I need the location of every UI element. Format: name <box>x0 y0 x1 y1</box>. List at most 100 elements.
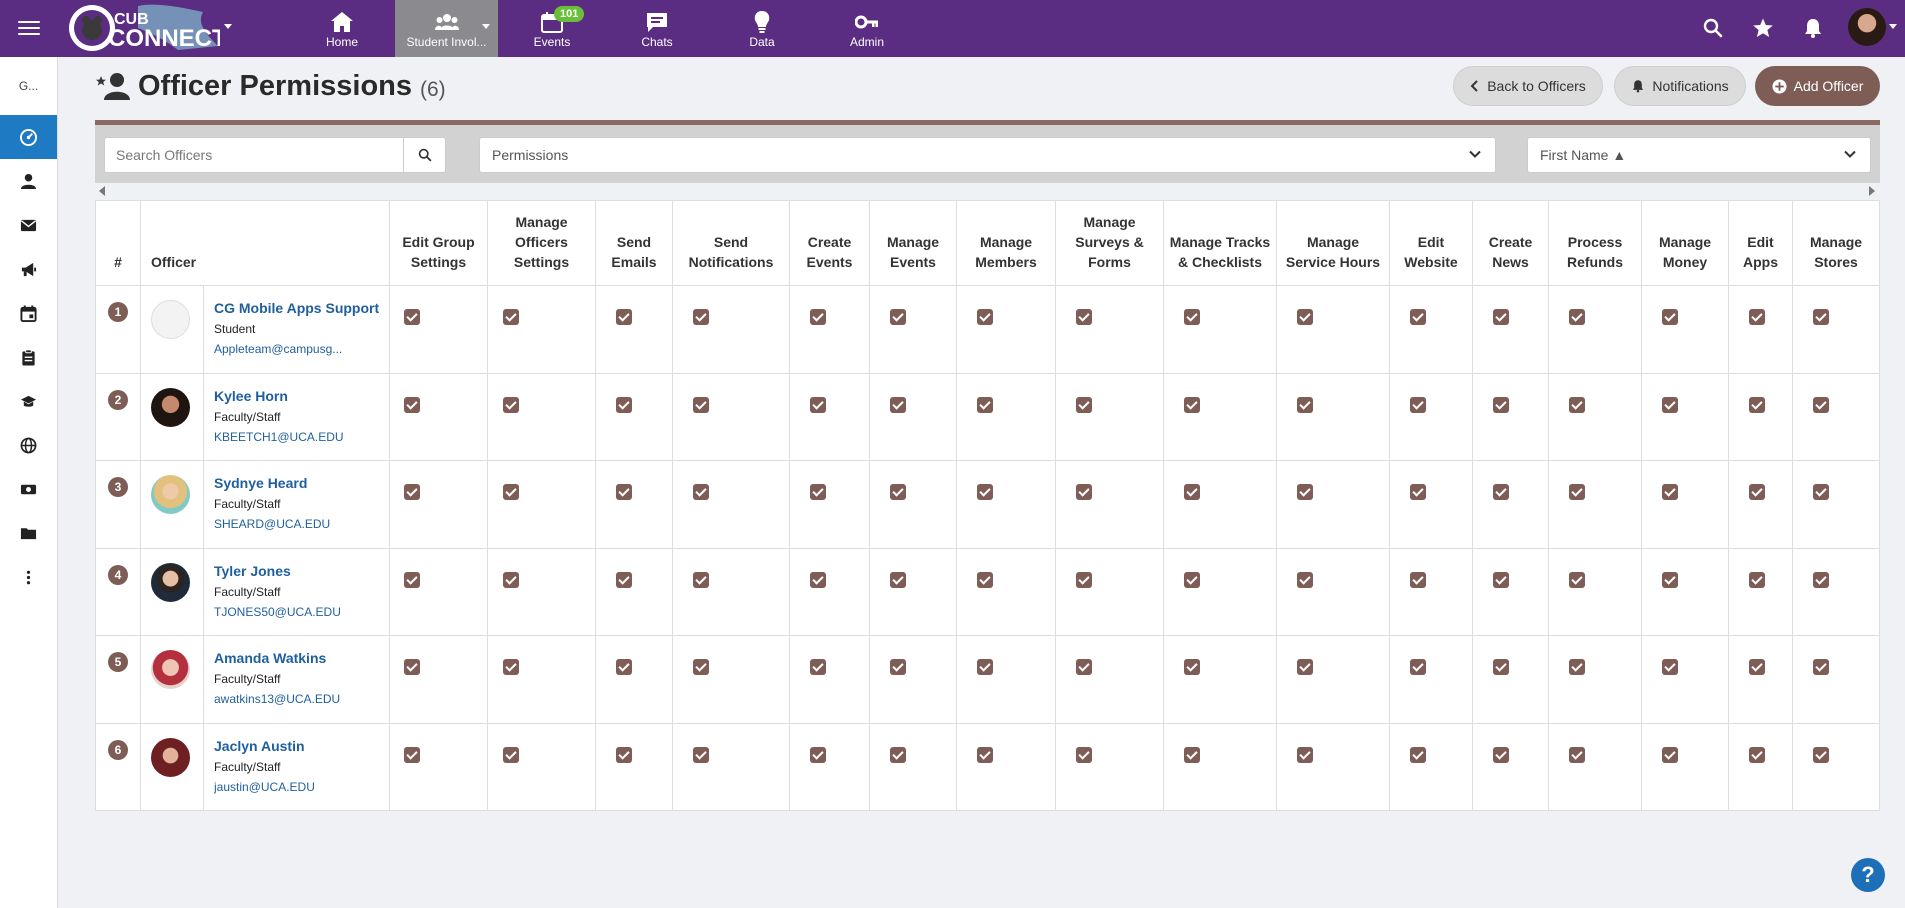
permission-checkbox[interactable] <box>1749 396 1765 413</box>
permission-checkbox[interactable] <box>404 571 420 588</box>
permission-checkbox[interactable] <box>1493 746 1509 763</box>
sidebar-item-website[interactable] <box>0 423 57 467</box>
officer-name-link[interactable]: Tyler Jones <box>214 563 389 579</box>
cub-connect-logo[interactable]: CUB CONNECT <box>68 2 227 54</box>
permission-checkbox[interactable] <box>1410 484 1426 500</box>
permission-checkbox[interactable] <box>1662 309 1678 325</box>
permission-checkbox[interactable] <box>977 659 993 675</box>
sidebar-item-announcements[interactable] <box>0 247 57 291</box>
permission-checkbox[interactable] <box>1493 659 1509 675</box>
permission-checkbox[interactable] <box>503 309 519 325</box>
permission-checkbox[interactable] <box>1749 484 1765 500</box>
permission-checkbox[interactable] <box>1410 659 1426 675</box>
permission-checkbox[interactable] <box>616 746 632 763</box>
sidebar-item-forms[interactable] <box>0 335 57 379</box>
officer-name-link[interactable]: Sydnye Heard <box>214 475 389 491</box>
permission-checkbox[interactable] <box>1569 396 1585 413</box>
permission-checkbox[interactable] <box>1297 484 1313 500</box>
permission-checkbox[interactable] <box>890 746 906 763</box>
permission-checkbox[interactable] <box>1662 484 1678 500</box>
permission-checkbox[interactable] <box>1184 659 1200 675</box>
permission-checkbox[interactable] <box>810 659 826 675</box>
permission-checkbox[interactable] <box>1184 571 1200 588</box>
permission-checkbox[interactable] <box>890 484 906 500</box>
permission-checkbox[interactable] <box>1493 309 1509 325</box>
permission-checkbox[interactable] <box>810 309 826 325</box>
permission-checkbox[interactable] <box>1076 484 1092 500</box>
permission-checkbox[interactable] <box>1813 309 1829 325</box>
user-menu-caret-icon[interactable] <box>1889 24 1897 29</box>
permission-checkbox[interactable] <box>1184 746 1200 763</box>
permission-checkbox[interactable] <box>1662 746 1678 763</box>
officer-avatar[interactable] <box>151 475 190 514</box>
permission-checkbox[interactable] <box>1076 659 1092 675</box>
permission-checkbox[interactable] <box>1662 659 1678 675</box>
permission-checkbox[interactable] <box>890 571 906 588</box>
permission-checkbox[interactable] <box>1410 571 1426 588</box>
permission-checkbox[interactable] <box>616 571 632 588</box>
search-officers-input[interactable]: Search Officers <box>104 137 404 173</box>
permission-checkbox[interactable] <box>810 571 826 588</box>
officer-name-link[interactable]: CG Mobile Apps Support <box>214 300 389 316</box>
permission-checkbox[interactable] <box>977 484 993 500</box>
group-switcher[interactable]: G... <box>0 57 57 115</box>
sidebar-item-files[interactable] <box>0 511 57 555</box>
notifications-button[interactable]: Notifications <box>1614 66 1746 106</box>
permission-checkbox[interactable] <box>404 484 420 500</box>
bell-icon[interactable] <box>1802 17 1824 39</box>
permission-checkbox[interactable] <box>890 396 906 413</box>
permission-checkbox[interactable] <box>1297 396 1313 413</box>
permission-checkbox[interactable] <box>1076 746 1092 763</box>
nav-student-involvement[interactable]: Student Invol... <box>395 0 498 57</box>
permission-checkbox[interactable] <box>977 746 993 763</box>
permission-checkbox[interactable] <box>977 396 993 413</box>
permission-checkbox[interactable] <box>1493 571 1509 588</box>
permission-checkbox[interactable] <box>1749 309 1765 325</box>
permission-checkbox[interactable] <box>1410 396 1426 413</box>
sidebar-item-dashboard[interactable] <box>0 115 57 159</box>
sidebar-item-officers[interactable] <box>0 159 57 203</box>
scroll-left-arrow-icon[interactable] <box>99 186 105 196</box>
permission-checkbox[interactable] <box>404 659 420 675</box>
permission-checkbox[interactable] <box>1813 659 1829 675</box>
permission-checkbox[interactable] <box>503 571 519 588</box>
permission-checkbox[interactable] <box>1569 484 1585 500</box>
permission-checkbox[interactable] <box>1076 396 1092 413</box>
officer-avatar[interactable] <box>151 737 190 777</box>
permission-checkbox[interactable] <box>404 309 420 325</box>
officer-email-link[interactable]: KBEETCH1@UCA.EDU <box>214 430 389 444</box>
sidebar-item-email[interactable] <box>0 203 57 247</box>
search-icon[interactable] <box>1702 17 1724 39</box>
permission-checkbox[interactable] <box>1813 396 1829 413</box>
hamburger-menu-icon[interactable] <box>18 17 40 39</box>
permission-checkbox[interactable] <box>616 309 632 325</box>
chevron-down-icon[interactable] <box>482 24 490 29</box>
permission-checkbox[interactable] <box>1297 746 1313 763</box>
permission-checkbox[interactable] <box>693 484 709 500</box>
permission-checkbox[interactable] <box>1662 396 1678 413</box>
nav-home[interactable]: Home <box>290 0 394 57</box>
star-icon[interactable] <box>1752 17 1774 39</box>
sidebar-item-tracks[interactable] <box>0 379 57 423</box>
permission-checkbox[interactable] <box>693 309 709 325</box>
nav-chats[interactable]: Chats <box>605 0 709 57</box>
permission-checkbox[interactable] <box>1749 746 1765 763</box>
permission-checkbox[interactable] <box>503 746 519 763</box>
permission-checkbox[interactable] <box>1410 746 1426 763</box>
permission-checkbox[interactable] <box>1297 659 1313 675</box>
permission-checkbox[interactable] <box>1662 571 1678 588</box>
permission-checkbox[interactable] <box>810 484 826 500</box>
permission-checkbox[interactable] <box>810 746 826 763</box>
permission-checkbox[interactable] <box>404 396 420 413</box>
officer-name-link[interactable]: Jaclyn Austin <box>214 738 389 754</box>
permission-checkbox[interactable] <box>616 396 632 413</box>
officer-avatar[interactable] <box>151 387 190 427</box>
permission-checkbox[interactable] <box>1569 309 1585 325</box>
permission-checkbox[interactable] <box>1493 396 1509 413</box>
permission-checkbox[interactable] <box>1569 746 1585 763</box>
nav-data[interactable]: Data <box>710 0 814 57</box>
add-officer-button[interactable]: Add Officer <box>1755 66 1880 106</box>
search-submit-button[interactable] <box>404 137 446 173</box>
permission-checkbox[interactable] <box>1569 659 1585 675</box>
permission-checkbox[interactable] <box>1184 484 1200 500</box>
